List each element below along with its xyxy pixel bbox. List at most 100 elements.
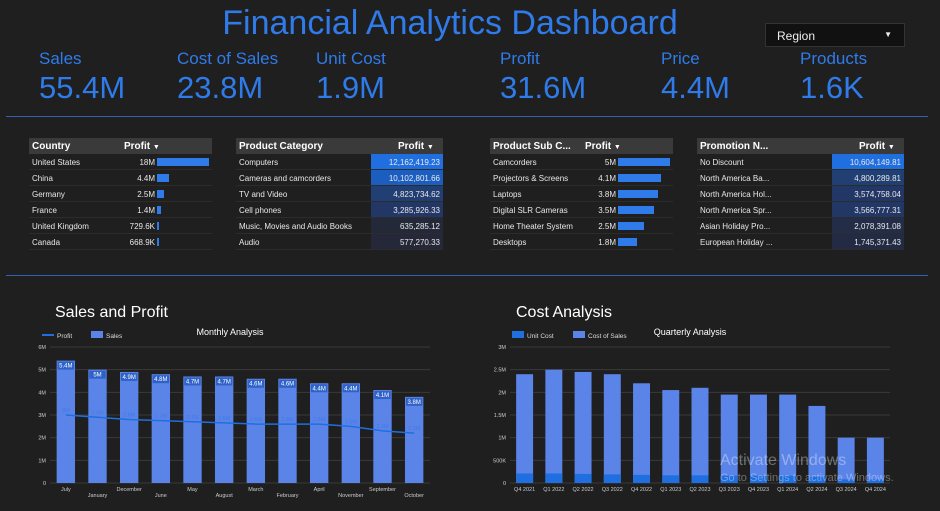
column-header-promotion[interactable]: Promotion N... [700, 141, 768, 152]
table-row[interactable]: Laptops 3.8M [490, 186, 673, 202]
profit-bar [157, 206, 162, 214]
dropdown-arrow-icon: ▼ [884, 30, 892, 39]
row-value: 3,574,758.04 [854, 190, 901, 199]
x-tick-label: Q3 2023 [719, 487, 740, 493]
bar-cost-of-sales [516, 374, 534, 483]
column-header-subcategory[interactable]: Product Sub C... [493, 141, 571, 152]
data-label: 4.4M [312, 386, 325, 392]
row-value: 2.5M [598, 222, 616, 231]
x-tick-label: Q2 2023 [689, 487, 710, 493]
table-row[interactable]: United Kingdom 729.6K [29, 218, 212, 234]
table-row[interactable]: European Holiday ... 1,745,371.43 [697, 234, 904, 250]
row-value: 3,285,926.33 [393, 206, 440, 215]
row-name: France [32, 206, 57, 215]
column-header-profit[interactable]: Profit ▼ [124, 141, 160, 152]
table-row[interactable]: North America Ba... 4,800,289.81 [697, 170, 904, 186]
column-header-profit[interactable]: Profit ▼ [398, 141, 434, 152]
profit-bar [618, 158, 670, 166]
kpi-value: 55.4M [39, 70, 126, 105]
profit-bar [157, 238, 159, 246]
table-row[interactable]: North America Hol... 3,574,758.04 [697, 186, 904, 202]
profit-bar [618, 174, 661, 182]
table-row[interactable]: Germany 2.5M [29, 186, 212, 202]
x-tick-label: April [314, 487, 325, 493]
table-header: Product Sub C... Profit ▼ [490, 138, 673, 154]
row-value: 4.1M [598, 174, 616, 183]
data-label: 4.7M [217, 379, 230, 385]
profit-bar [618, 222, 644, 230]
row-value: 635,285.12 [399, 222, 440, 231]
bar-unit-cost [603, 474, 621, 483]
table-row[interactable]: Audio 577,270.33 [236, 234, 443, 250]
x-tick-label: March [248, 487, 263, 493]
table-row[interactable]: Camcorders 5M [490, 154, 673, 170]
y-tick-label: 4M [38, 390, 46, 396]
row-name: Asian Holiday Pro... [700, 222, 771, 231]
bar-sales [373, 390, 392, 483]
profit-bar [157, 174, 170, 182]
x-tick-label: December [116, 487, 142, 493]
bar-unit-cost [545, 473, 563, 483]
bar-sales [341, 383, 361, 483]
bar-sales [404, 396, 424, 483]
table-row[interactable]: TV and Video 4,823,734.62 [236, 186, 443, 202]
table-row[interactable]: United States 18M [29, 154, 212, 170]
legend-label: Unit Cost [527, 333, 554, 340]
table-row[interactable]: Projectors & Screens 4.1M [490, 170, 673, 186]
line-data-label: 2.9M [91, 410, 104, 416]
table-row[interactable]: China 4.4M [29, 170, 212, 186]
table-row[interactable]: Cell phones 3,285,926.33 [236, 202, 443, 218]
x-tick-label: Q4 2022 [631, 487, 652, 493]
line-data-label: 2.8M [123, 413, 136, 419]
region-filter-dropdown[interactable]: Region ▼ [765, 23, 905, 47]
x-tick-label: August [216, 493, 234, 499]
table-row[interactable]: North America Spr... 3,566,777.31 [697, 202, 904, 218]
kpi-products: Products 1.6K [800, 49, 867, 106]
row-value: 729.6K [129, 222, 155, 231]
line-data-label: 2.6M [250, 417, 263, 423]
table-row[interactable]: Canada 668.9K [29, 234, 212, 250]
table-row[interactable]: Digital SLR Cameras 3.5M [490, 202, 673, 218]
column-header-category[interactable]: Product Category [239, 141, 323, 152]
x-tick-label: November [338, 493, 364, 499]
data-label: 4.4M [344, 386, 357, 392]
data-label: 4.8M [154, 377, 167, 383]
row-name: Projectors & Screens [493, 174, 569, 183]
table-header: Promotion N... Profit ▼ [697, 138, 904, 154]
bar-sales [151, 374, 171, 483]
x-tick-label: February [276, 493, 298, 499]
table-row[interactable]: France 1.4M [29, 202, 212, 218]
table-row[interactable]: Asian Holiday Pro... 2,078,391.08 [697, 218, 904, 234]
x-tick-label: Q4 2024 [865, 487, 886, 493]
profit-bar [157, 222, 160, 230]
cost-analysis-chart-title: Cost Analysis [516, 304, 613, 321]
chart-subtitle: Monthly Analysis [196, 327, 264, 337]
data-label: 4.6M [249, 382, 262, 388]
table-row[interactable]: Desktops 1.8M [490, 234, 673, 250]
y-tick-label: 0 [43, 481, 46, 487]
table-row[interactable]: Cameras and camcorders 10,102,801.66 [236, 170, 443, 186]
table-row[interactable]: No Discount 10,604,149.81 [697, 154, 904, 170]
row-value: 1.4M [137, 206, 155, 215]
line-data-label: 2.6M [281, 417, 294, 423]
x-tick-label: Q1 2024 [777, 487, 798, 493]
table-row[interactable]: Computers 12,162,419.23 [236, 154, 443, 170]
row-name: Computers [239, 158, 279, 167]
row-value: 10,102,801.66 [388, 174, 440, 183]
row-name: Laptops [493, 190, 522, 199]
kpi-value: 1.6K [800, 70, 864, 105]
row-name: Cameras and camcorders [239, 174, 332, 183]
column-header-country[interactable]: Country [32, 141, 70, 152]
row-value: 3,566,777.31 [854, 206, 901, 215]
x-tick-label: October [404, 493, 424, 499]
table-row[interactable]: Music, Movies and Audio Books 635,285.12 [236, 218, 443, 234]
row-name: Cell phones [239, 206, 282, 215]
x-tick-label: Q1 2023 [660, 487, 681, 493]
table-row[interactable]: Home Theater System 2.5M [490, 218, 673, 234]
data-label: 4.6M [281, 382, 294, 388]
column-header-profit[interactable]: Profit ▼ [585, 141, 621, 152]
kpi-cost-of-sales: Cost of Sales 23.8M [177, 49, 278, 106]
column-header-profit[interactable]: Profit ▼ [859, 141, 895, 152]
y-tick-label: 0 [503, 481, 506, 487]
data-label: 4.7M [186, 379, 199, 385]
